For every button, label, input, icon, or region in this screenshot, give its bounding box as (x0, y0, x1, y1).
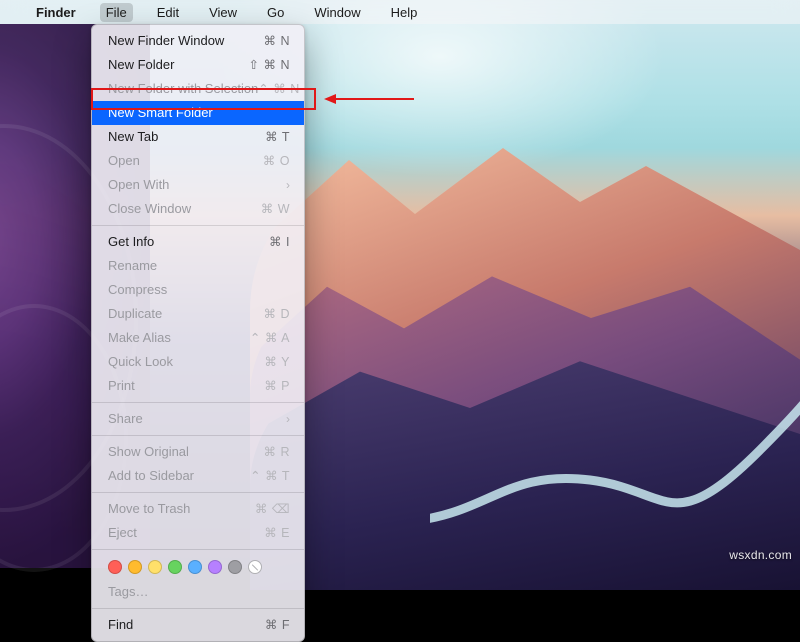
menu-file[interactable]: File (100, 3, 133, 22)
menu-item-tags: Tags… (92, 580, 304, 604)
tag-color-dot[interactable] (128, 560, 142, 574)
tag-clear-icon[interactable] (248, 560, 262, 574)
menu-item-open: Open ⌘ O (92, 149, 304, 173)
menu-item-shortcut: ⌘ P (264, 377, 290, 395)
menu-item-show-original: Show Original ⌘ R (92, 440, 304, 464)
tag-color-dot[interactable] (148, 560, 162, 574)
menu-item-label: Rename (108, 257, 157, 275)
menubar: Finder File Edit View Go Window Help (0, 0, 800, 24)
menu-item-shortcut: ⌘ N (264, 32, 291, 50)
menu-item-shortcut: ⌘ W (261, 200, 290, 218)
menu-item-close-window: Close Window ⌘ W (92, 197, 304, 221)
tag-color-dot[interactable] (168, 560, 182, 574)
menu-item-rename: Rename (92, 254, 304, 278)
menu-separator (92, 225, 304, 226)
menu-item-label: Duplicate (108, 305, 162, 323)
menu-edit[interactable]: Edit (151, 3, 185, 22)
chevron-right-icon: › (286, 410, 290, 428)
tag-color-dot[interactable] (108, 560, 122, 574)
menu-item-move-to-trash: Move to Trash ⌘ ⌫ (92, 497, 304, 521)
menu-item-label: Add to Sidebar (108, 467, 194, 485)
menu-item-compress: Compress (92, 278, 304, 302)
menu-item-new-smart-folder[interactable]: New Smart Folder (92, 101, 304, 125)
menu-item-label: Open With (108, 176, 169, 194)
menu-item-get-info[interactable]: Get Info ⌘ I (92, 230, 304, 254)
menu-item-new-finder-window[interactable]: New Finder Window ⌘ N (92, 29, 304, 53)
menu-item-label: Show Original (108, 443, 189, 461)
chevron-right-icon: › (286, 176, 290, 194)
tag-color-dot[interactable] (188, 560, 202, 574)
menu-item-make-alias: Make Alias ⌃ ⌘ A (92, 326, 304, 350)
menu-item-label: New Smart Folder (108, 104, 213, 122)
tag-color-row[interactable] (92, 554, 304, 580)
menu-item-shortcut: ⌘ D (264, 305, 291, 323)
menu-item-quick-look: Quick Look ⌘ Y (92, 350, 304, 374)
menu-item-duplicate: Duplicate ⌘ D (92, 302, 304, 326)
menu-item-share: Share › (92, 407, 304, 431)
app-name[interactable]: Finder (30, 3, 82, 22)
menu-window[interactable]: Window (308, 3, 366, 22)
menu-item-shortcut: ⌘ Y (264, 353, 290, 371)
menu-item-new-folder[interactable]: New Folder ⇧ ⌘ N (92, 53, 304, 77)
menu-item-shortcut: ⌃ ⌘ N (258, 80, 299, 98)
menu-separator (92, 435, 304, 436)
menu-item-shortcut: ⌘ R (264, 443, 291, 461)
menu-go[interactable]: Go (261, 3, 290, 22)
menu-item-shortcut: ⌃ ⌘ T (250, 467, 290, 485)
menu-item-new-folder-with-selection: New Folder with Selection⌃ ⌘ N (92, 77, 304, 101)
menu-separator (92, 492, 304, 493)
menu-item-label: Make Alias (108, 329, 171, 347)
menu-item-open-with: Open With › (92, 173, 304, 197)
menu-item-new-tab[interactable]: New Tab ⌘ T (92, 125, 304, 149)
menu-item-print: Print ⌘ P (92, 374, 304, 398)
menu-help[interactable]: Help (385, 3, 424, 22)
menu-item-label: Quick Look (108, 353, 173, 371)
menu-item-label: Compress (108, 281, 167, 299)
menu-item-shortcut: ⌘ ⌫ (255, 500, 290, 518)
menu-separator (92, 549, 304, 550)
menu-item-label: Find (108, 616, 133, 634)
menu-separator (92, 608, 304, 609)
menu-item-add-to-sidebar: Add to Sidebar ⌃ ⌘ T (92, 464, 304, 488)
file-menu-dropdown: New Finder Window⌘ NNew Folder⇧ ⌘ NNew F… (91, 24, 305, 642)
menu-item-shortcut: ⌘ F (265, 616, 290, 634)
wallpaper-road (430, 360, 800, 560)
menu-item-label: Eject (108, 524, 137, 542)
menu-item-label: New Folder (108, 56, 174, 74)
watermark: wsxdn.com (729, 548, 792, 562)
menu-item-shortcut: ⌘ I (269, 233, 290, 251)
menu-item-label: New Finder Window (108, 32, 224, 50)
menu-item-label: New Folder with Selection (108, 80, 258, 98)
menu-item-shortcut: ⌘ O (263, 152, 290, 170)
menu-item-label: Open (108, 152, 140, 170)
menu-item-shortcut: ⌘ E (264, 524, 290, 542)
menu-item-eject: Eject ⌘ E (92, 521, 304, 545)
menu-item-label: Print (108, 377, 135, 395)
menu-item-label: Share (108, 410, 143, 428)
menu-item-shortcut: ⌘ T (265, 128, 290, 146)
menu-item-label: Get Info (108, 233, 154, 251)
menu-item-find[interactable]: Find ⌘ F (92, 613, 304, 637)
tag-color-dot[interactable] (208, 560, 222, 574)
menu-separator (92, 402, 304, 403)
menu-view[interactable]: View (203, 3, 243, 22)
menu-item-shortcut: ⇧ ⌘ N (249, 56, 290, 74)
menu-item-label: New Tab (108, 128, 158, 146)
menu-item-shortcut: ⌃ ⌘ A (250, 329, 290, 347)
tag-color-dot[interactable] (228, 560, 242, 574)
menu-item-label: Close Window (108, 200, 191, 218)
menu-item-label: Tags… (108, 583, 148, 601)
menu-item-label: Move to Trash (108, 500, 190, 518)
